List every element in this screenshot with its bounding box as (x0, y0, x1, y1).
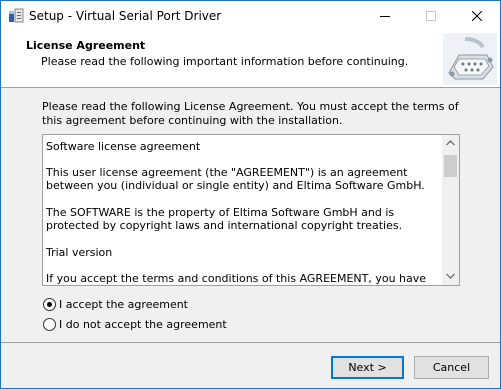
accept-radio[interactable] (43, 298, 56, 311)
minimize-icon (380, 16, 390, 17)
decline-radio[interactable] (43, 318, 56, 331)
license-text: Software license agreement This user lic… (46, 140, 439, 285)
next-button[interactable]: Next > (331, 356, 404, 379)
close-icon (472, 11, 482, 21)
page-title: License Agreement (26, 39, 146, 52)
license-scrollbar[interactable] (442, 135, 459, 285)
title-bar[interactable]: Setup - Virtual Serial Port Driver (1, 1, 500, 31)
chevron-up-icon (446, 140, 455, 146)
license-text-box[interactable]: Software license agreement This user lic… (42, 134, 460, 286)
license-instructions: Please read the following License Agreem… (42, 100, 459, 127)
accept-label[interactable]: I accept the agreement (59, 298, 188, 311)
maximize-button[interactable] (408, 1, 454, 31)
maximize-icon (426, 11, 436, 21)
setup-app-icon (9, 8, 24, 23)
footer-divider (1, 342, 500, 343)
setup-window: Setup - Virtual Serial Port Driver Licen… (0, 0, 501, 389)
license-paragraph: The SOFTWARE is the property of Eltima S… (46, 205, 403, 233)
license-paragraph: Trial version (46, 245, 113, 259)
close-button[interactable] (454, 1, 500, 31)
window-title: Setup - Virtual Serial Port Driver (29, 9, 222, 23)
license-paragraph: This user license agreement (the "AGREEM… (46, 165, 425, 193)
scroll-thumb[interactable] (444, 155, 457, 177)
scroll-down-button[interactable] (442, 268, 459, 285)
page-subtitle: Please read the following important info… (41, 55, 409, 68)
radio-selected-dot (47, 302, 52, 307)
scroll-up-button[interactable] (442, 135, 459, 152)
license-paragraph: Software license agreement (46, 140, 201, 153)
minimize-button[interactable] (362, 1, 408, 31)
serial-port-connector-icon (443, 33, 497, 85)
chevron-down-icon (446, 273, 455, 279)
cancel-button[interactable]: Cancel (414, 356, 489, 379)
wizard-header: License Agreement Please read the follow… (1, 31, 500, 88)
decline-label[interactable]: I do not accept the agreement (59, 318, 227, 331)
license-paragraph: If you accept the terms and conditions o… (46, 272, 427, 285)
